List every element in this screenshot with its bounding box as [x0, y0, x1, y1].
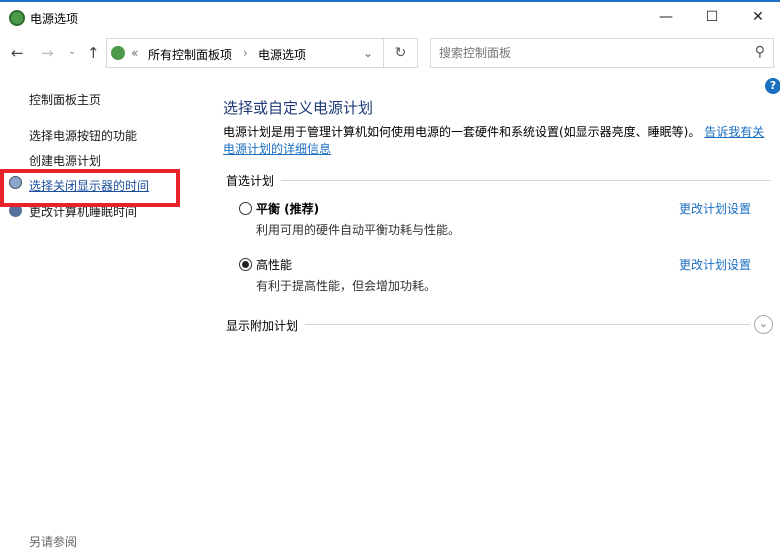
title-bar: 电源选项 — ☐ ✕: [0, 2, 780, 32]
close-button[interactable]: ✕: [735, 2, 780, 32]
search-input[interactable]: [439, 46, 739, 60]
see-also-heading: 另请参阅: [29, 535, 78, 549]
sidebar-create-plan-link[interactable]: 创建电源计划: [29, 152, 101, 169]
power-options-icon: [9, 10, 25, 26]
breadcrumb-power-options[interactable]: 电源选项: [258, 46, 306, 63]
page-title: 选择或自定义电源计划: [223, 99, 374, 117]
breadcrumb-separator[interactable]: ›: [243, 46, 248, 60]
up-button[interactable]: ↑: [87, 44, 100, 62]
address-dropdown-button[interactable]: ⌄: [363, 46, 373, 60]
divider: [281, 180, 771, 181]
breadcrumb-all-items[interactable]: 所有控制面板项: [148, 46, 232, 63]
divider: [305, 324, 750, 325]
plan-description: 有利于提高性能，但会增加功耗。: [256, 279, 437, 293]
change-plan-settings-link[interactable]: 更改计划设置: [679, 200, 751, 217]
navigation-bar: ← → ⌄ ↑ « 所有控制面板项 › 电源选项 ⌄ ↻ ⚲: [0, 38, 780, 68]
minimize-button[interactable]: —: [643, 2, 689, 32]
help-button[interactable]: ?: [765, 78, 780, 94]
expand-chevron-icon[interactable]: ⌄: [754, 315, 773, 334]
preferred-plans-heading: 首选计划: [226, 174, 275, 188]
description-text: 电源计划是用于管理计算机如何使用电源的一套硬件和系统设置(如显示器亮度、睡眠等)…: [223, 125, 701, 139]
refresh-button[interactable]: ↻: [384, 38, 418, 68]
highlight-box: [0, 169, 180, 207]
back-button[interactable]: ←: [11, 44, 24, 62]
recent-locations-button[interactable]: ⌄: [68, 46, 76, 57]
change-plan-settings-link[interactable]: 更改计划设置: [679, 256, 751, 273]
search-icon[interactable]: ⚲: [755, 44, 765, 60]
balanced-radio[interactable]: [239, 202, 252, 215]
show-additional-plans-heading[interactable]: 显示附加计划: [226, 317, 298, 334]
forward-button[interactable]: →: [41, 44, 54, 62]
sidebar-home-link[interactable]: 控制面板主页: [29, 91, 101, 108]
description: 电源计划是用于管理计算机如何使用电源的一套硬件和系统设置(如显示器亮度、睡眠等)…: [223, 124, 773, 158]
maximize-button[interactable]: ☐: [689, 2, 735, 32]
plan-description: 利用可用的硬件自动平衡功耗与性能。: [256, 223, 461, 237]
high-performance-radio[interactable]: [239, 258, 252, 271]
plan-name[interactable]: 高性能: [256, 256, 292, 273]
address-bar[interactable]: « 所有控制面板项 › 电源选项 ⌄: [106, 38, 384, 68]
plan-name[interactable]: 平衡 (推荐): [256, 200, 319, 217]
breadcrumb-overflow[interactable]: «: [131, 46, 138, 60]
sidebar-power-button-link[interactable]: 选择电源按钮的功能: [29, 127, 137, 144]
power-options-icon: [111, 46, 125, 60]
window-title: 电源选项: [30, 12, 79, 26]
search-box[interactable]: ⚲: [430, 38, 774, 68]
